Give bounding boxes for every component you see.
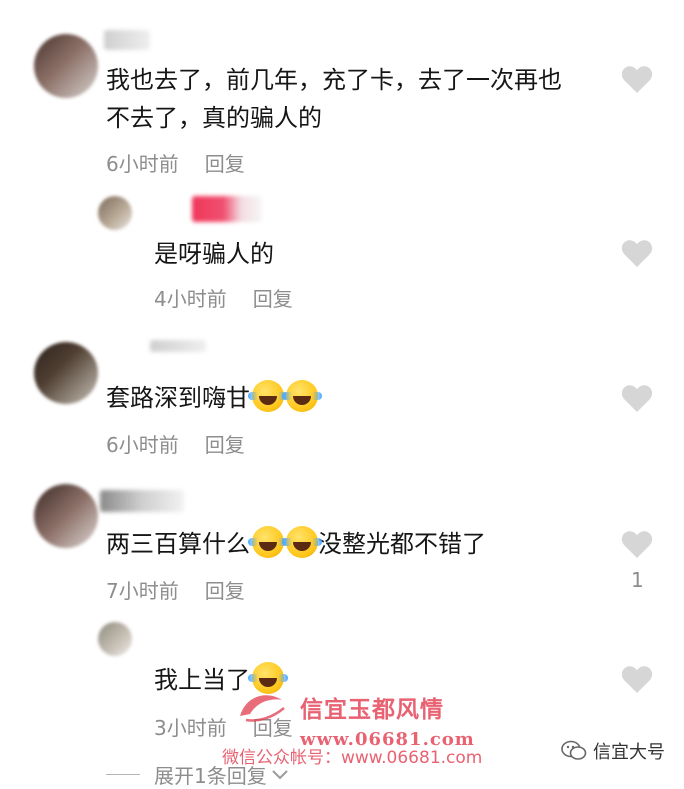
watermark-logo-icon	[240, 695, 285, 722]
brand-badge: 信宜大号	[561, 738, 665, 764]
laughing-crying-emoji-icon	[282, 526, 322, 558]
username-blurred[interactable]	[192, 196, 262, 222]
comment-text-content: 两三百算什么	[106, 530, 250, 558]
comment-meta: 4小时前 回复	[154, 283, 293, 312]
laughing-crying-emoji-icon	[248, 526, 288, 558]
like-heart-icon[interactable]	[621, 664, 653, 694]
timestamp: 6小时前	[106, 152, 179, 176]
comment-text: 套路深到嗨甘	[106, 378, 322, 418]
avatar[interactable]	[34, 342, 98, 404]
timestamp: 6小时前	[106, 433, 179, 457]
brand-name: 信宜大号	[593, 742, 665, 763]
timestamp: 7小时前	[106, 579, 179, 603]
timestamp: 4小时前	[154, 287, 227, 311]
reply-button[interactable]: 回复	[205, 433, 245, 457]
comment-text: 是呀骗人的	[154, 240, 274, 268]
username-blurred[interactable]	[104, 30, 150, 50]
username-blurred[interactable]	[150, 340, 206, 352]
laughing-crying-emoji-icon	[248, 380, 288, 412]
like-heart-icon[interactable]	[621, 529, 653, 559]
avatar[interactable]	[34, 484, 98, 548]
like-heart-icon[interactable]	[621, 64, 653, 94]
comment-text-line-2: 不去了，真的骗人的	[106, 104, 322, 132]
avatar[interactable]	[98, 622, 132, 656]
comment-meta: 6小时前 回复	[106, 429, 245, 458]
comment-meta: 6小时前 回复	[106, 148, 245, 177]
wechat-icon	[561, 740, 587, 760]
reply-button[interactable]: 回复	[205, 579, 245, 603]
comment-text-content: 没整光都不错了	[318, 530, 486, 558]
comment-text: 两三百算什么 没整光都不错了	[106, 524, 486, 564]
comment-meta: 7小时前 回复	[106, 575, 245, 604]
divider	[106, 774, 140, 775]
comment-text-content: 套路深到嗨甘	[106, 384, 250, 412]
like-heart-icon[interactable]	[621, 383, 653, 413]
like-count: 1	[631, 568, 644, 592]
timestamp: 3小时前	[154, 716, 227, 740]
avatar[interactable]	[34, 34, 98, 98]
watermark-title: 信宜玉都风情 www.06681.com	[300, 690, 475, 751]
watermark-subtitle: 微信公众帐号：www.06681.com	[222, 748, 483, 768]
reply-button[interactable]: 回复	[205, 152, 245, 176]
watermark-title-text: 信宜玉都风情	[300, 696, 444, 723]
username-blurred[interactable]	[100, 490, 184, 512]
comment-text-line-1: 我也去了，前几年，充了卡，去了一次再也	[106, 66, 562, 94]
like-heart-icon[interactable]	[621, 238, 653, 268]
reply-button[interactable]: 回复	[253, 287, 293, 311]
laughing-crying-emoji-icon	[282, 380, 322, 412]
avatar[interactable]	[98, 196, 132, 230]
